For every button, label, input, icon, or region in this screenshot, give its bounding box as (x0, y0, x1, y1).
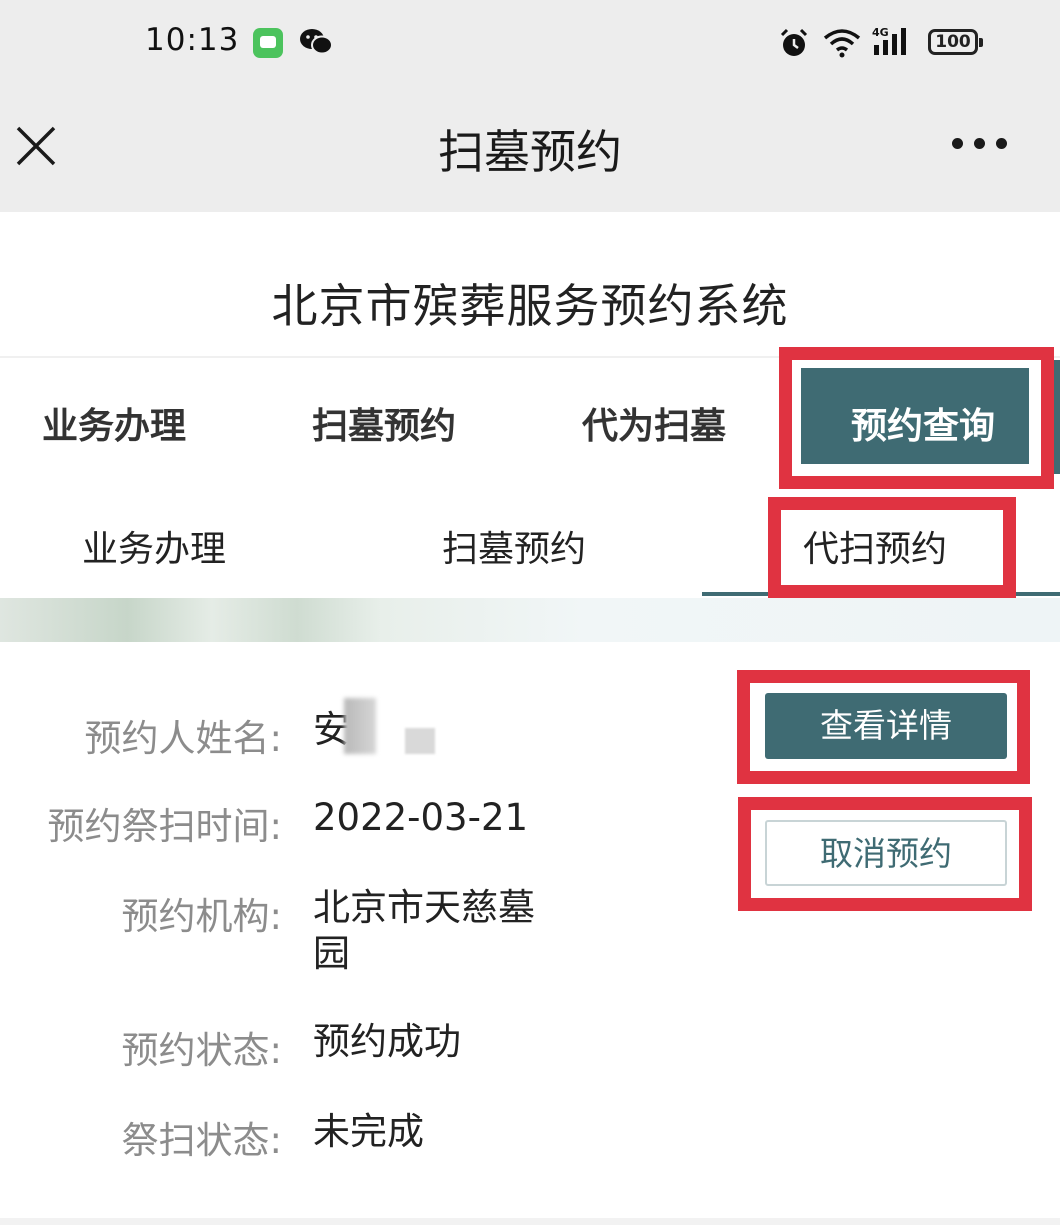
view-details-button[interactable]: 查看详情 (765, 693, 1007, 759)
page-title: 扫墓预约 (438, 125, 622, 179)
status-bar: 10:13 4G 100 (0, 0, 1060, 88)
alarm-icon (780, 28, 808, 56)
wechat-icon (300, 29, 333, 55)
org-value-line2: 园 (313, 932, 350, 975)
visit-status-value: 未完成 (313, 1110, 424, 1153)
messages-app-icon (253, 28, 283, 58)
subtab-tomb-sweeping[interactable]: 扫墓预约 (442, 520, 586, 572)
tab-business[interactable]: 业务办理 (42, 397, 186, 449)
banner-image (0, 598, 1060, 642)
subtab-business[interactable]: 业务办理 (82, 520, 226, 572)
name-label: 预约人姓名: (84, 717, 282, 760)
date-label: 预约祭扫时间: (47, 805, 282, 848)
subtab-proxy-reservation[interactable]: 代扫预约 (803, 520, 947, 572)
divider (0, 356, 1060, 358)
visit-status-label: 祭扫状态: (121, 1119, 282, 1162)
active-subtab-indicator (702, 592, 1060, 596)
cancel-reservation-button[interactable]: 取消预约 (765, 820, 1007, 886)
battery-icon: 100 (928, 29, 983, 55)
redacted-name (344, 698, 376, 754)
org-value-line1: 北京市天慈墓 (313, 886, 535, 929)
wifi-icon (823, 29, 861, 58)
network-type-label: 4G (872, 26, 889, 39)
redacted-name (405, 728, 435, 754)
bottom-divider (0, 1218, 1060, 1225)
tab-tomb-sweeping[interactable]: 扫墓预约 (312, 397, 456, 449)
date-value: 2022-03-21 (313, 796, 529, 839)
more-icon[interactable] (952, 138, 1008, 152)
tab-scroll-edge (1050, 360, 1060, 474)
cellular-signal-icon: 4G (872, 26, 906, 55)
site-title: 北京市殡葬服务预约系统 (271, 279, 789, 333)
tab-proxy-sweeping[interactable]: 代为扫墓 (582, 397, 726, 449)
tab-reservation-query-label: 预约查询 (851, 406, 996, 447)
status-time: 10:13 (145, 22, 240, 58)
org-label: 预约机构: (121, 895, 282, 938)
status-value: 预约成功 (313, 1020, 461, 1063)
status-label: 预约状态: (121, 1029, 282, 1072)
